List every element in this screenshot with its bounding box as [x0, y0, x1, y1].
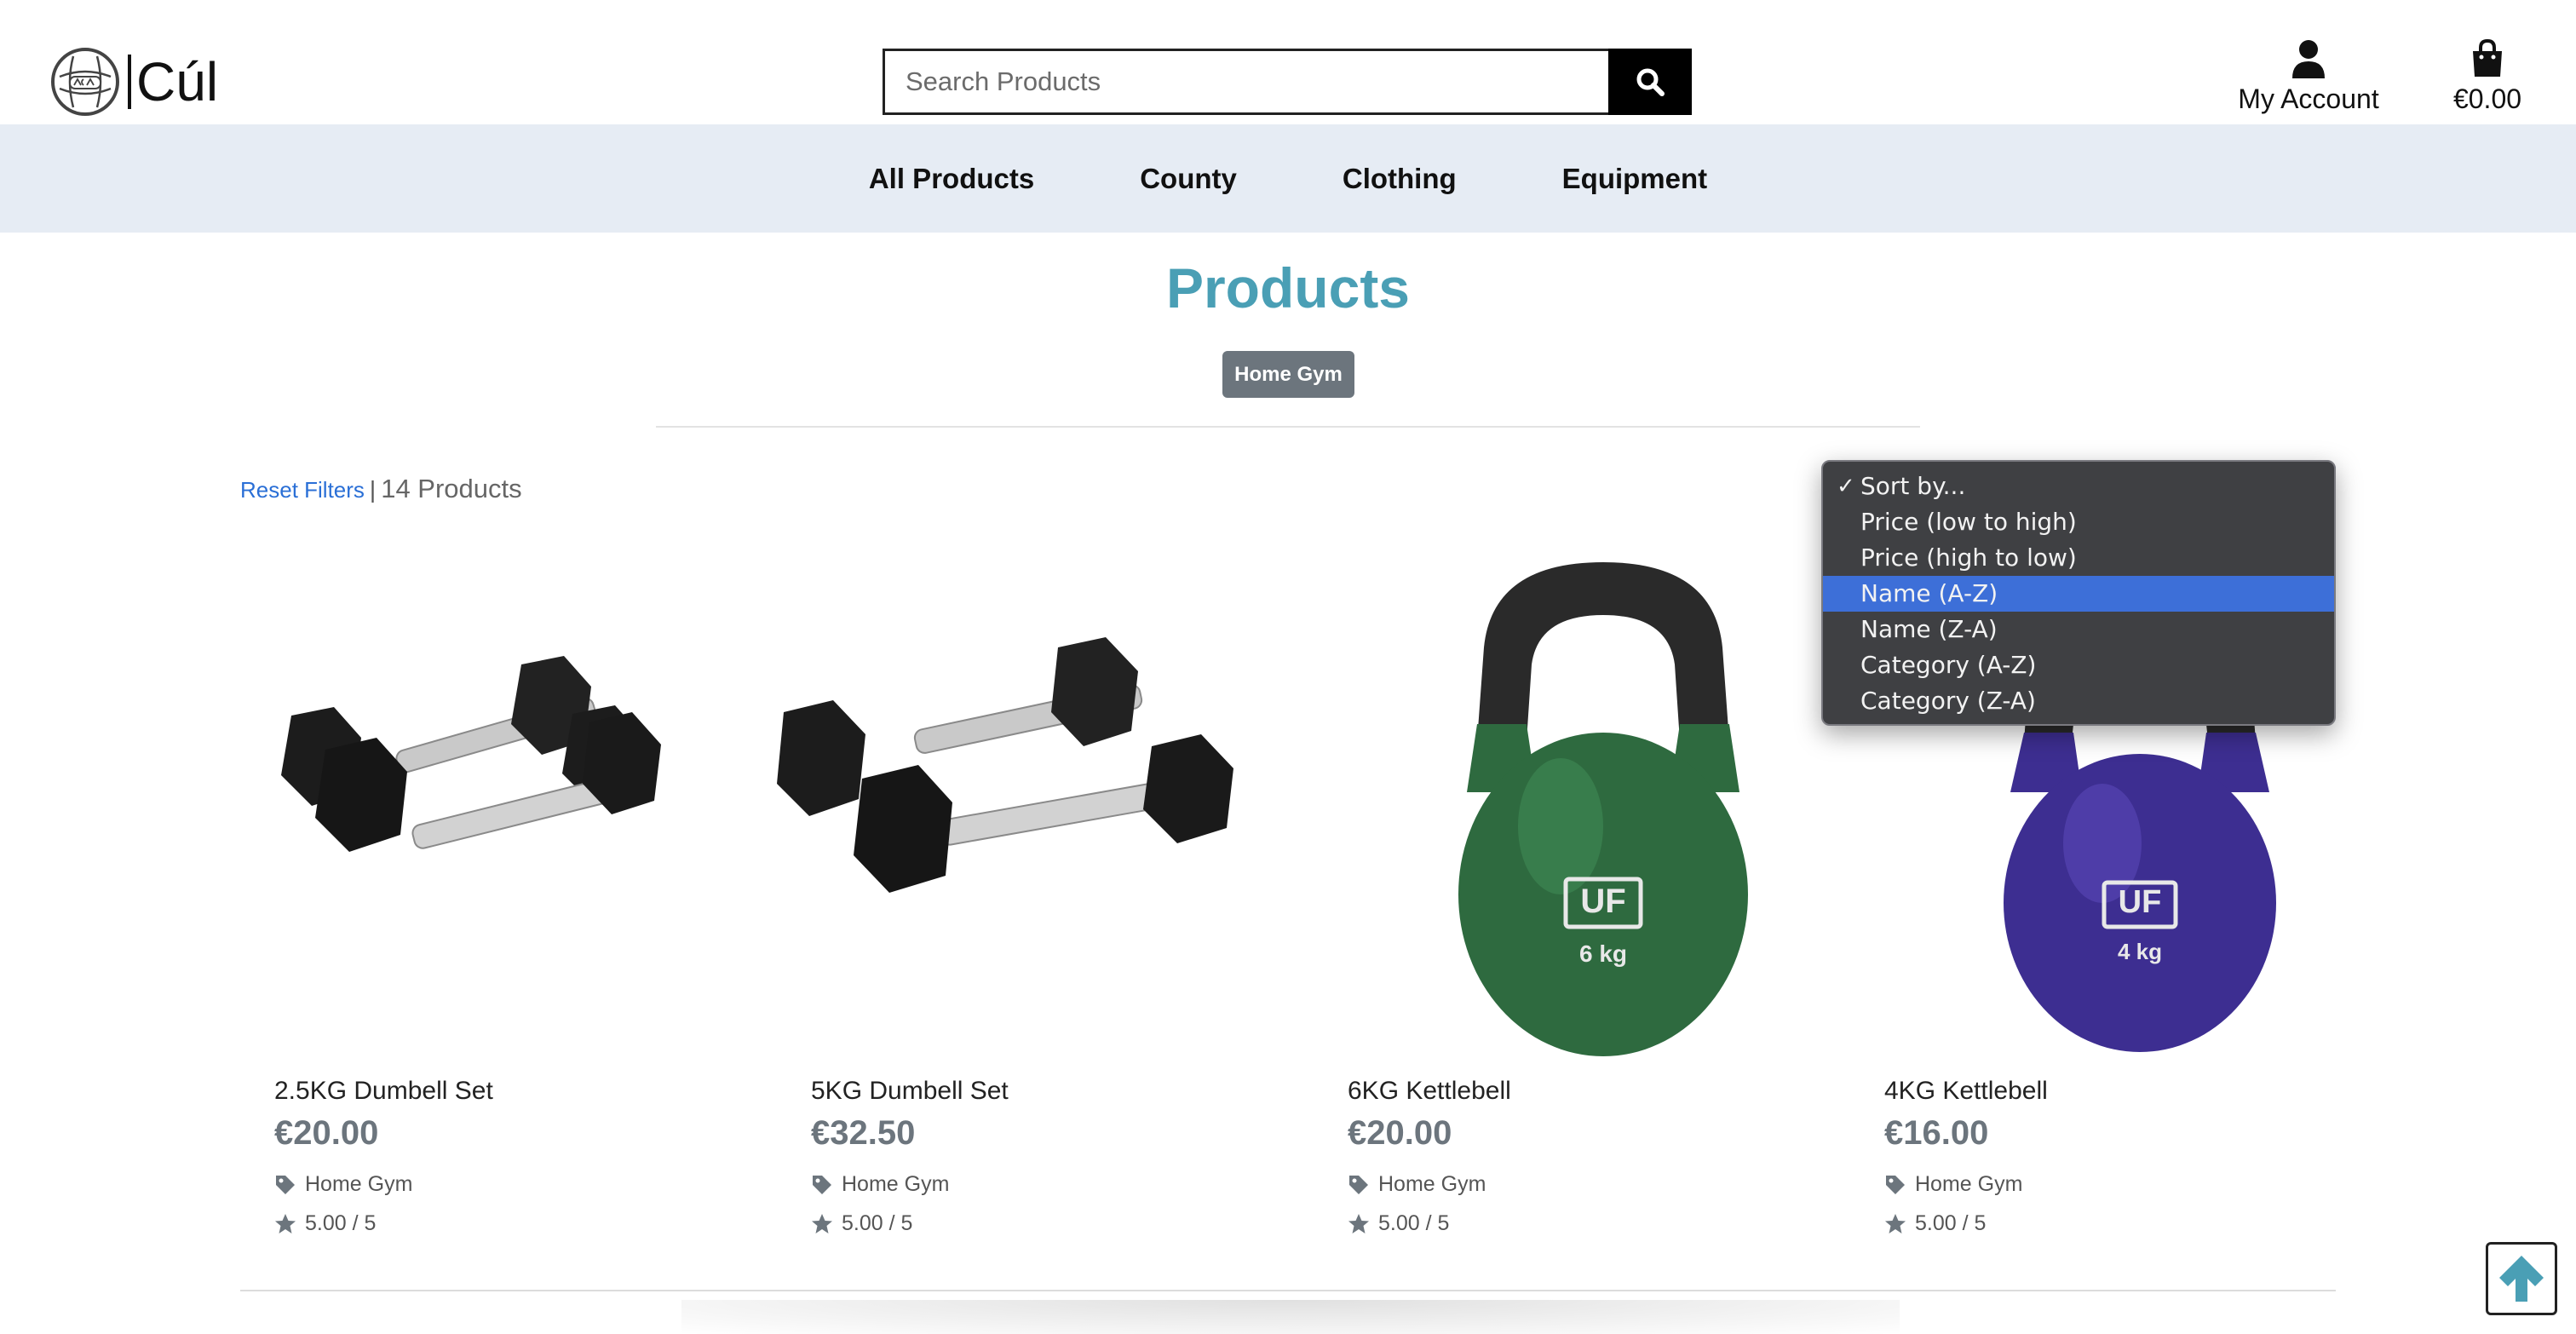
product-category-label: Home Gym — [1915, 1172, 2023, 1196]
star-icon — [1348, 1213, 1369, 1233]
sort-option-label: Price (high to low) — [1860, 543, 2077, 572]
arrow-up-icon — [2499, 1256, 2544, 1302]
product-category-label: Home Gym — [1378, 1172, 1486, 1196]
product-card[interactable]: 2.5KG Dumbell Set €20.00 Home Gym 5.00 /… — [240, 545, 751, 1295]
product-weight-label: 4 kg — [2117, 939, 2163, 964]
page-title: Products — [1165, 256, 1411, 319]
product-rating-label: 5.00 / 5 — [1915, 1211, 1987, 1235]
brand-name: Cúl — [136, 51, 219, 112]
search-button[interactable] — [1608, 49, 1692, 115]
cart-total: €0.00 — [2452, 83, 2522, 114]
product-brand-mark: UF — [2118, 884, 2162, 920]
category-badge[interactable]: Home Gym — [1222, 351, 1354, 398]
reset-filters-link[interactable]: Reset Filters — [240, 477, 365, 503]
logo-divider — [128, 55, 131, 109]
product-category[interactable]: Home Gym — [274, 1172, 412, 1197]
product-rating: 5.00 / 5 — [811, 1211, 912, 1236]
product-name[interactable]: 4KG Kettlebell — [1884, 1077, 2048, 1106]
product-price: €20.00 — [274, 1114, 379, 1152]
product-weight-label: 6 kg — [1578, 940, 1628, 967]
star-icon — [812, 1213, 832, 1233]
my-account-label: My Account — [2238, 83, 2379, 114]
nav-all-products[interactable]: All Products — [816, 163, 1087, 195]
filter-row: Reset Filters | 14 Products — [240, 474, 522, 504]
filter-separator: | — [369, 476, 377, 503]
product-name[interactable]: 6KG Kettlebell — [1348, 1077, 1511, 1106]
product-image[interactable] — [240, 545, 751, 1056]
sort-option-category-desc[interactable]: Category (Z-A) — [1823, 683, 2334, 719]
tag-icon — [276, 1175, 295, 1194]
product-price: €32.50 — [811, 1114, 916, 1152]
search-icon — [1636, 68, 1665, 96]
checkmark-icon: ✓ — [1837, 474, 1855, 499]
nav-county[interactable]: County — [1087, 163, 1290, 195]
footer-shadow — [681, 1300, 1900, 1334]
tag-icon — [813, 1175, 831, 1194]
star-icon — [1885, 1213, 1906, 1233]
product-category[interactable]: Home Gym — [1348, 1172, 1486, 1197]
star-icon — [275, 1213, 296, 1233]
product-card[interactable]: 5KG Dumbell Set €32.50 Home Gym 5.00 / 5 — [777, 545, 1288, 1295]
site-header: Cúl My Account €0.00 — [0, 0, 2576, 124]
product-brand-mark: UF — [1580, 883, 1626, 920]
heading-divider — [656, 426, 1920, 428]
main-nav: All Products County Clothing Equipment — [0, 124, 2576, 233]
product-category-label: Home Gym — [305, 1172, 413, 1196]
sort-option-name-asc[interactable]: Name (A-Z) — [1823, 576, 2334, 612]
user-icon — [2292, 40, 2325, 78]
my-account-link[interactable]: My Account — [2232, 39, 2385, 115]
product-price: €16.00 — [1884, 1114, 1989, 1152]
product-image[interactable] — [777, 545, 1288, 1056]
sort-option-category-asc[interactable]: Category (A-Z) — [1823, 647, 2334, 683]
search-input[interactable] — [883, 49, 1608, 115]
sort-option-label: Category (A-Z) — [1860, 651, 2037, 679]
sort-dropdown[interactable]: ✓ Sort by... Price (low to high) Price (… — [1821, 460, 2336, 726]
cart-link[interactable]: €0.00 — [2445, 39, 2530, 115]
back-to-top-button[interactable] — [2486, 1242, 2557, 1315]
product-image[interactable] — [1314, 545, 1825, 1056]
product-rating: 5.00 / 5 — [274, 1211, 376, 1236]
product-rating-label: 5.00 / 5 — [1378, 1211, 1450, 1235]
sort-option-label: Category (Z-A) — [1860, 687, 2036, 715]
sort-option-price-asc[interactable]: Price (low to high) — [1823, 504, 2334, 540]
nav-equipment[interactable]: Equipment — [1509, 163, 1761, 195]
product-name[interactable]: 5KG Dumbell Set — [811, 1077, 1009, 1106]
tag-icon — [1349, 1175, 1368, 1194]
search-form — [883, 49, 1692, 115]
sort-option-price-desc[interactable]: Price (high to low) — [1823, 540, 2334, 576]
sort-option-label: Sort by... — [1860, 472, 1966, 500]
sort-option-default[interactable]: ✓ Sort by... — [1823, 469, 2334, 504]
sort-option-label: Name (A-Z) — [1860, 579, 1998, 607]
product-category-label: Home Gym — [842, 1172, 950, 1196]
gaelic-football-icon — [51, 48, 119, 116]
sort-option-label: Name (Z-A) — [1860, 615, 1998, 643]
product-category[interactable]: Home Gym — [811, 1172, 949, 1197]
sort-option-label: Price (low to high) — [1860, 508, 2077, 536]
product-name[interactable]: 2.5KG Dumbell Set — [274, 1077, 493, 1106]
product-rating-label: 5.00 / 5 — [842, 1211, 913, 1235]
product-rating-label: 5.00 / 5 — [305, 1211, 377, 1235]
product-rating: 5.00 / 5 — [1348, 1211, 1449, 1236]
grid-divider — [240, 1290, 2336, 1291]
nav-clothing[interactable]: Clothing — [1290, 163, 1509, 195]
brand-logo[interactable]: Cúl — [51, 48, 218, 116]
product-category[interactable]: Home Gym — [1884, 1172, 2022, 1197]
sort-option-name-desc[interactable]: Name (Z-A) — [1823, 612, 2334, 647]
product-count: 14 Products — [381, 474, 522, 503]
product-card[interactable]: UF 6 kg 6KG Kettlebell €20.00 Home Gym 5… — [1314, 545, 1825, 1295]
product-rating: 5.00 / 5 — [1884, 1211, 1986, 1236]
tag-icon — [1886, 1175, 1905, 1194]
shopping-bag-icon — [2473, 39, 2502, 77]
product-price: €20.00 — [1348, 1114, 1452, 1152]
